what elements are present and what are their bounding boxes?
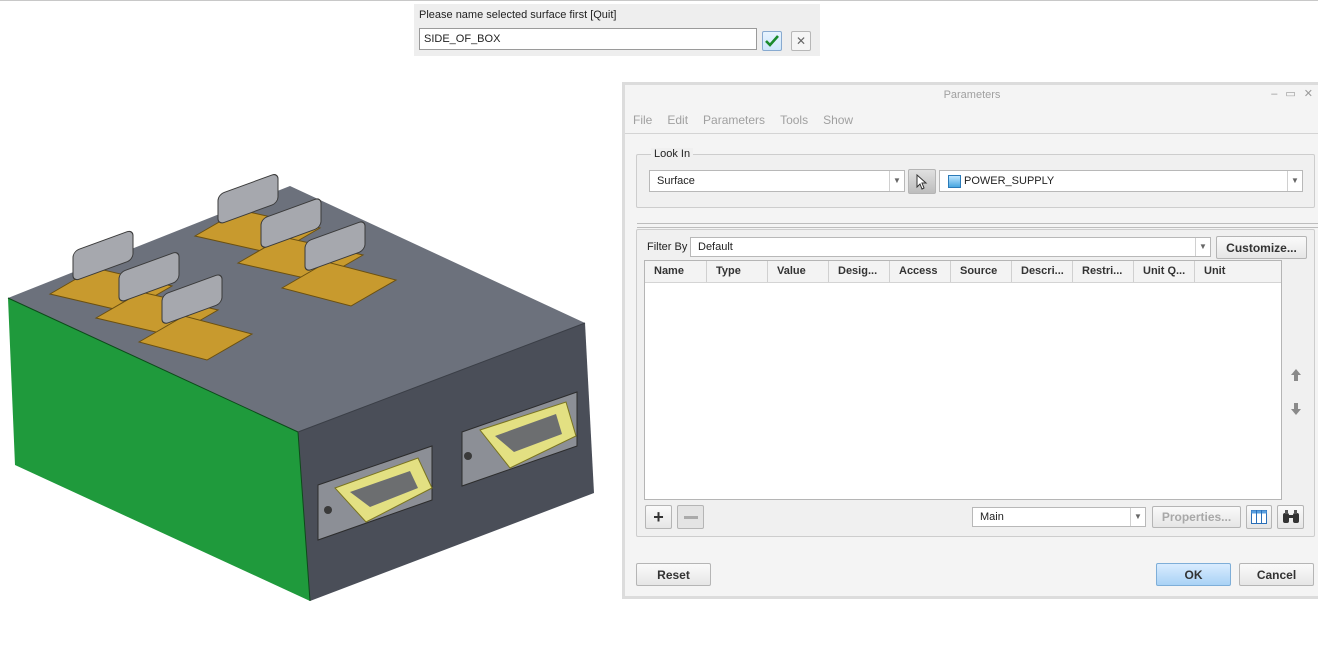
binoculars-icon <box>1282 510 1299 523</box>
parameters-table[interactable]: Name Type Value Desig... Access Source D… <box>644 260 1282 500</box>
table-columns-icon <box>1251 510 1267 524</box>
close-icon: ✕ <box>795 34 807 48</box>
row-order-controls <box>1287 363 1305 421</box>
column-header-name[interactable]: Name <box>645 261 707 282</box>
menu-show[interactable]: Show <box>823 113 853 127</box>
chevron-down-icon: ▼ <box>889 171 904 191</box>
properties-button[interactable]: Properties... <box>1152 506 1241 528</box>
model-viewport[interactable] <box>0 60 620 645</box>
look-in-type-value: Surface <box>657 175 695 187</box>
cursor-icon <box>916 173 928 190</box>
column-header-description[interactable]: Descri... <box>1012 261 1073 282</box>
menu-bar: File Edit Parameters Tools Show <box>633 113 853 127</box>
column-header-value[interactable]: Value <box>768 261 829 282</box>
part-icon <box>948 175 961 188</box>
select-object-button[interactable] <box>908 169 936 194</box>
surface-name-input[interactable]: SIDE_OF_BOX <box>419 28 757 50</box>
look-in-object-select[interactable]: POWER_SUPPLY ▼ <box>939 170 1303 192</box>
parameters-table-group: Filter By Default ▼ Customize... Name Ty… <box>636 229 1315 537</box>
menu-file[interactable]: File <box>633 113 652 127</box>
arrow-down-icon <box>1291 403 1301 415</box>
reset-button[interactable]: Reset <box>636 563 711 586</box>
chevron-down-icon: ▼ <box>1287 171 1302 191</box>
ok-button[interactable]: OK <box>1156 563 1231 586</box>
remove-parameter-button[interactable] <box>677 505 704 529</box>
look-in-group: Look In Surface ▼ POWER_SUPPLY ▼ <box>636 148 1315 208</box>
menu-divider <box>625 133 1318 134</box>
maximize-icon[interactable]: ▭ <box>1285 88 1295 100</box>
check-icon <box>765 35 779 47</box>
chevron-down-icon: ▼ <box>1195 238 1210 256</box>
customize-button[interactable]: Customize... <box>1216 236 1307 259</box>
plus-icon: + <box>653 507 664 527</box>
find-button[interactable] <box>1277 505 1304 529</box>
menu-edit[interactable]: Edit <box>667 113 688 127</box>
dialog-title: Parameters <box>943 89 1001 101</box>
column-header-unit-quantity[interactable]: Unit Q... <box>1134 261 1195 282</box>
column-header-access[interactable]: Access <box>890 261 951 282</box>
minimize-icon[interactable]: – <box>1271 88 1277 100</box>
view-value: Main <box>980 511 1004 523</box>
power-supply-model <box>7 174 594 602</box>
arrow-up-icon <box>1291 369 1301 381</box>
cancel-button[interactable]: Cancel <box>1239 563 1314 586</box>
move-up-button[interactable] <box>1287 363 1305 387</box>
add-parameter-button[interactable]: + <box>645 505 672 529</box>
confirm-button[interactable] <box>762 31 782 51</box>
close-window-icon[interactable]: ✕ <box>1304 88 1313 100</box>
column-header-unit[interactable]: Unit <box>1195 261 1272 282</box>
menu-parameters[interactable]: Parameters <box>703 113 765 127</box>
move-down-button[interactable] <box>1287 397 1305 421</box>
filter-by-label: Filter By <box>647 241 688 253</box>
prompt-label: Please name selected surface first [Quit… <box>419 9 617 21</box>
table-header: Name Type Value Desig... Access Source D… <box>645 261 1281 283</box>
parameters-dialog: Parameters – ▭ ✕ File Edit Parameters To… <box>622 82 1318 599</box>
look-in-title: Look In <box>651 148 694 160</box>
view-select[interactable]: Main ▼ <box>972 507 1146 527</box>
column-header-source[interactable]: Source <box>951 261 1012 282</box>
window-top-border <box>0 0 1318 1</box>
filter-by-select[interactable]: Default ▼ <box>690 237 1211 257</box>
section-divider <box>637 223 1318 228</box>
look-in-type-select[interactable]: Surface ▼ <box>649 170 905 192</box>
minus-icon <box>683 515 698 519</box>
column-header-designate[interactable]: Desig... <box>829 261 890 282</box>
filter-by-value: Default <box>698 241 733 253</box>
table-columns-button[interactable] <box>1246 505 1272 529</box>
column-header-type[interactable]: Type <box>707 261 768 282</box>
column-header-restricted[interactable]: Restri... <box>1073 261 1134 282</box>
quit-button[interactable]: ✕ <box>791 31 811 51</box>
menu-tools[interactable]: Tools <box>780 113 808 127</box>
name-surface-prompt: Please name selected surface first [Quit… <box>414 4 820 56</box>
chevron-down-icon: ▼ <box>1130 508 1145 526</box>
look-in-object-value: POWER_SUPPLY <box>964 175 1055 187</box>
